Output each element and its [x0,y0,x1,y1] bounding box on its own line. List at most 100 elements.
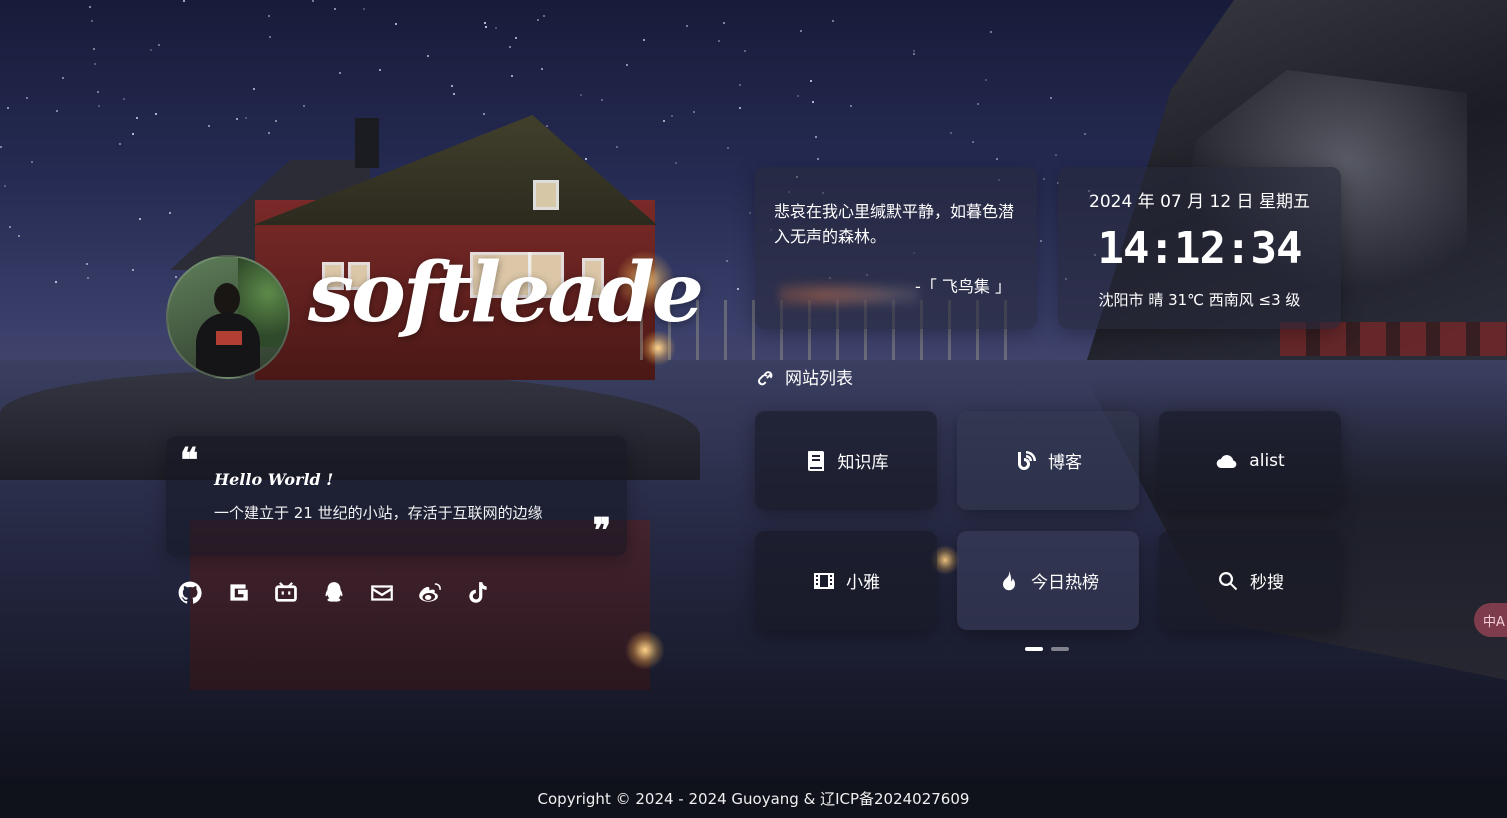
quote-close-icon: ❞ [592,511,611,551]
star [616,146,618,148]
star [541,68,543,70]
star [31,161,33,163]
pager-dot-2[interactable] [1051,647,1069,651]
star [972,141,974,143]
star [379,69,381,71]
star [268,15,270,17]
star [693,111,695,113]
star [643,39,645,41]
social-links [176,578,492,608]
link-icon [757,370,773,385]
star [832,20,834,22]
qq-icon[interactable] [320,578,348,608]
tiktok-icon[interactable] [464,578,492,608]
star [675,162,677,164]
star [485,26,487,28]
star [158,44,160,46]
star [686,25,688,27]
poem-card[interactable]: 悲哀在我心里缄默平静，如暮色潜入无声的森林。 -「 飞鸟集 」 [755,167,1037,329]
star [269,36,271,38]
star [98,105,100,107]
github-icon[interactable] [176,578,204,608]
star [626,64,628,66]
link-tile-knowledge-base[interactable]: 知识库 [755,411,937,510]
current-date: 2024 年 07 月 12 日 星期五 [1089,192,1310,212]
bilibili-icon[interactable] [272,578,300,608]
star [727,147,729,149]
star [139,218,141,220]
star [537,19,539,21]
intro-card[interactable]: ❝ Hello World ! 一个建立于 21 世纪的小站，存活于互联网的边缘… [166,436,627,556]
star [1055,154,1057,156]
star [1050,97,1052,99]
star [1084,133,1086,135]
book-icon [807,450,824,471]
link-tile-quick-search[interactable]: 秒搜 [1159,531,1341,630]
translate-icon: 中A [1483,614,1505,630]
email-icon[interactable] [368,578,396,608]
star [737,288,739,290]
star [183,0,185,2]
background-scene [0,0,1507,818]
fire-icon [1003,570,1016,590]
star [275,120,277,122]
star [87,277,89,279]
star [136,117,138,119]
intro-description: 一个建立于 21 世纪的小站，存活于互联网的边缘 [214,504,543,522]
star [543,15,545,17]
star [585,158,587,160]
pager-dot-1[interactable] [1025,647,1043,651]
site-list-title-text: 网站列表 [785,369,853,389]
link-tile-blog[interactable]: 博客 [957,411,1139,510]
star [739,84,741,86]
star [208,125,210,127]
copyright-text: Copyright © 2024 - 2024 Guoyang & 辽ICP备2… [537,789,970,808]
blog-icon [1018,450,1036,470]
link-tile-alist[interactable]: alist [1159,411,1341,510]
link-pager [1025,647,1069,651]
star [815,136,817,138]
star [89,6,91,8]
footer: Copyright © 2024 - 2024 Guoyang & 辽ICP备2… [0,778,1507,818]
star [0,146,2,148]
time-weather-card[interactable]: 2024 年 07 月 12 日 星期五 14:12:34 沈阳市 晴 31℃ … [1058,167,1341,329]
star [155,113,157,115]
star [9,226,11,228]
star [169,212,171,214]
star [509,46,511,48]
star [427,55,429,57]
star [334,8,336,10]
link-tile-xiaoya[interactable]: 小雅 [755,531,937,630]
star [93,48,95,50]
star [132,133,134,135]
star [119,143,121,145]
star [800,30,802,32]
link-tile-label: 秒搜 [1250,573,1284,593]
star [4,185,6,187]
star [739,107,741,109]
star [817,158,819,160]
star [718,40,720,42]
poem-card-blur [779,277,919,313]
star [132,269,134,271]
weibo-icon[interactable] [416,578,444,608]
star [97,91,99,93]
avatar[interactable] [166,255,290,379]
gitee-icon[interactable] [224,578,252,608]
link-tile-label: 小雅 [846,573,880,593]
link-tile-label: 知识库 [837,453,889,473]
star [363,8,365,10]
star [303,105,305,107]
poem-author: -「 飞鸟集 」 [915,277,1011,296]
site-name: softleade [308,245,704,341]
link-tile-hot-list[interactable]: 今日热榜 [957,531,1139,630]
translate-button[interactable]: 中A [1474,603,1507,637]
lamp-glow-reflection [625,630,665,670]
star [546,125,548,127]
star [451,85,453,87]
weather-info: 沈阳市 晴 31℃ 西南风 ≤3 级 [1098,291,1301,309]
avatar-body [196,313,260,377]
poem-text: 悲哀在我心里缄默平静，如暮色潜入无声的森林。 [774,202,1015,246]
star [339,72,341,74]
film-icon [814,572,834,589]
